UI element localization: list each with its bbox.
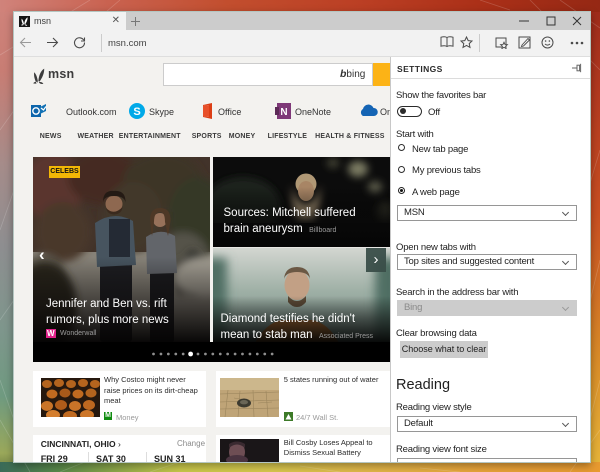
svg-text:S: S	[133, 106, 140, 118]
svg-text:N: N	[280, 107, 287, 118]
